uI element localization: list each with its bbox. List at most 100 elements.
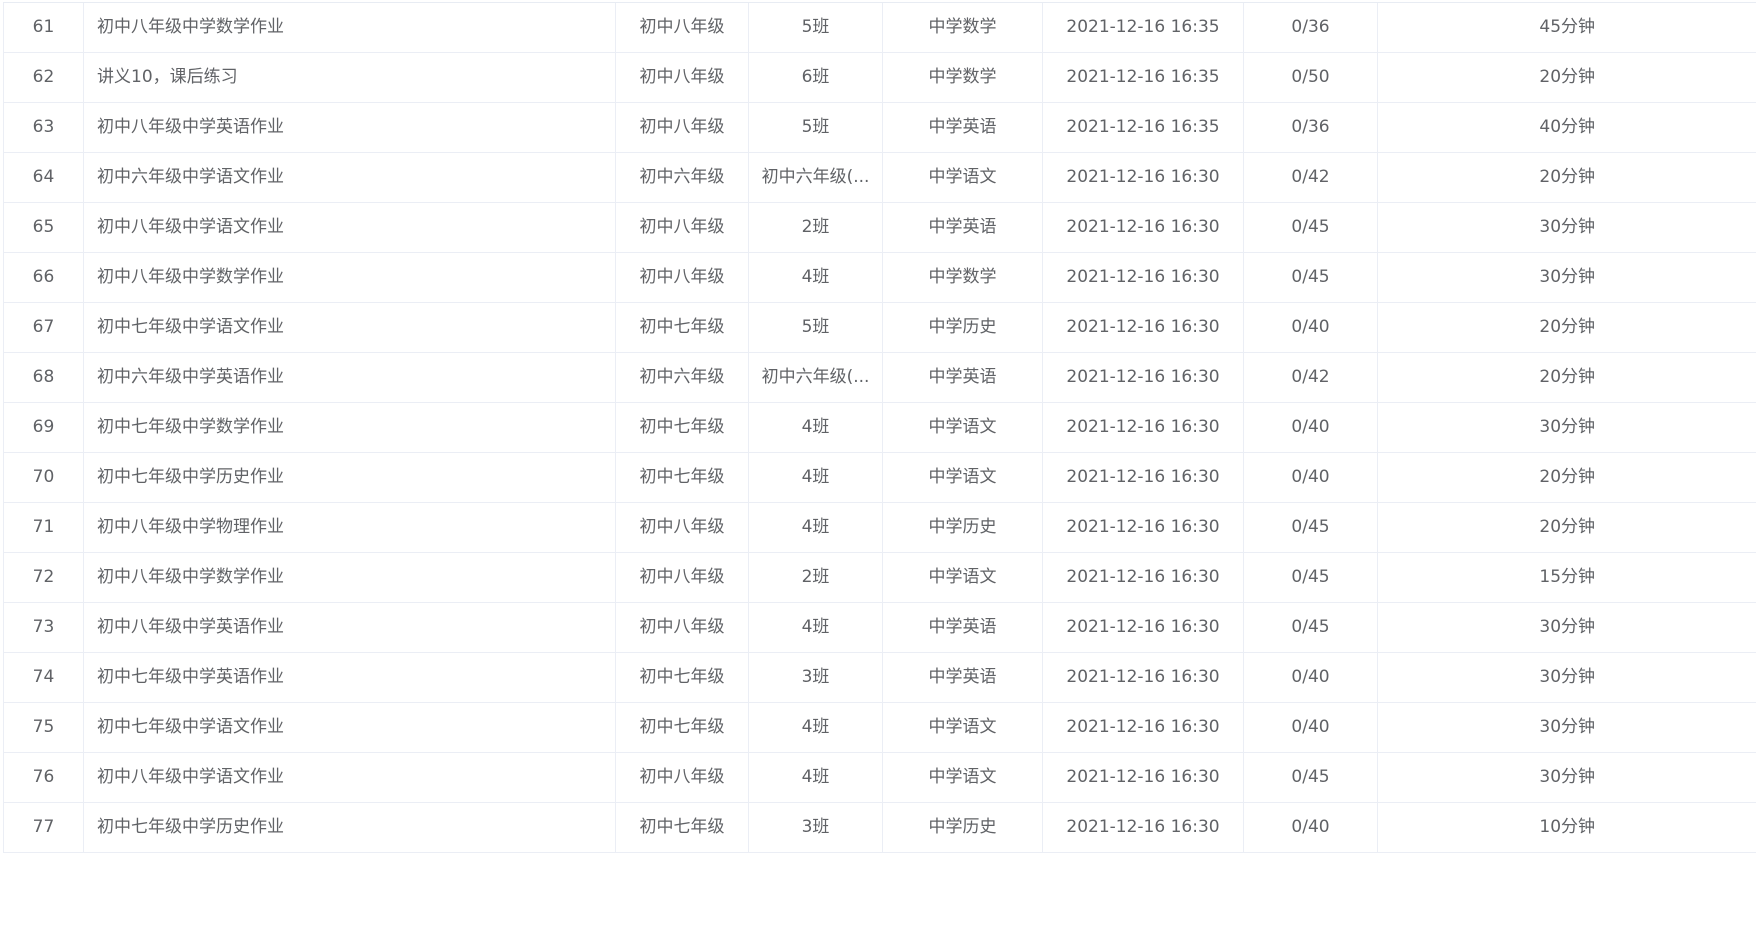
cell-duration: 20分钟 [1377, 452, 1756, 503]
cell-title[interactable]: 初中八年级中学英语作业 [83, 602, 616, 653]
cell-submitted: 0/40 [1243, 702, 1378, 753]
cell-index: 71 [3, 502, 84, 553]
homework-table-body: 61 初中八年级中学数学作业 初中八年级 5班 中学数学 2021-12-16 … [3, 3, 1756, 853]
cell-duration: 40分钟 [1377, 102, 1756, 153]
cell-title[interactable]: 初中七年级中学数学作业 [83, 402, 616, 453]
table-row[interactable]: 63 初中八年级中学英语作业 初中八年级 5班 中学英语 2021-12-16 … [3, 102, 1756, 153]
table-row[interactable]: 70 初中七年级中学历史作业 初中七年级 4班 中学语文 2021-12-16 … [3, 452, 1756, 503]
cell-index: 67 [3, 302, 84, 353]
cell-subject: 中学英语 [882, 652, 1043, 703]
cell-duration: 20分钟 [1377, 52, 1756, 103]
cell-subject: 中学英语 [882, 352, 1043, 403]
table-row[interactable]: 62 讲义10，课后练习 初中八年级 6班 中学数学 2021-12-16 16… [3, 52, 1756, 103]
cell-index: 69 [3, 402, 84, 453]
cell-index: 64 [3, 152, 84, 203]
cell-class: 初中六年级(... [748, 152, 883, 203]
cell-grade: 初中七年级 [615, 452, 749, 503]
cell-submitted: 0/45 [1243, 502, 1378, 553]
table-row[interactable]: 75 初中七年级中学语文作业 初中七年级 4班 中学语文 2021-12-16 … [3, 702, 1756, 753]
table-row[interactable]: 66 初中八年级中学数学作业 初中八年级 4班 中学数学 2021-12-16 … [3, 252, 1756, 303]
cell-time: 2021-12-16 16:30 [1042, 702, 1244, 753]
cell-time: 2021-12-16 16:35 [1042, 52, 1244, 103]
cell-subject: 中学英语 [882, 202, 1043, 253]
cell-index: 77 [3, 802, 84, 853]
homework-list-viewport: 61 初中八年级中学数学作业 初中八年级 5班 中学数学 2021-12-16 … [0, 0, 1756, 946]
cell-time: 2021-12-16 16:30 [1042, 202, 1244, 253]
table-row[interactable]: 72 初中八年级中学数学作业 初中八年级 2班 中学语文 2021-12-16 … [3, 552, 1756, 603]
cell-submitted: 0/42 [1243, 152, 1378, 203]
cell-grade: 初中八年级 [615, 102, 749, 153]
cell-subject: 中学语文 [882, 752, 1043, 803]
table-row[interactable]: 61 初中八年级中学数学作业 初中八年级 5班 中学数学 2021-12-16 … [3, 3, 1756, 53]
cell-title[interactable]: 初中八年级中学语文作业 [83, 202, 616, 253]
table-row[interactable]: 73 初中八年级中学英语作业 初中八年级 4班 中学英语 2021-12-16 … [3, 602, 1756, 653]
cell-time: 2021-12-16 16:30 [1042, 352, 1244, 403]
cell-grade: 初中八年级 [615, 552, 749, 603]
cell-subject: 中学语文 [882, 152, 1043, 203]
cell-title[interactable]: 初中八年级中学物理作业 [83, 502, 616, 553]
cell-class: 2班 [748, 552, 883, 603]
cell-index: 61 [3, 3, 84, 53]
cell-submitted: 0/40 [1243, 652, 1378, 703]
table-row[interactable]: 69 初中七年级中学数学作业 初中七年级 4班 中学语文 2021-12-16 … [3, 402, 1756, 453]
cell-time: 2021-12-16 16:30 [1042, 602, 1244, 653]
table-row[interactable]: 67 初中七年级中学语文作业 初中七年级 5班 中学历史 2021-12-16 … [3, 302, 1756, 353]
cell-class: 4班 [748, 752, 883, 803]
cell-title[interactable]: 讲义10，课后练习 [83, 52, 616, 103]
table-row[interactable]: 76 初中八年级中学语文作业 初中八年级 4班 中学语文 2021-12-16 … [3, 752, 1756, 803]
cell-title[interactable]: 初中八年级中学数学作业 [83, 252, 616, 303]
cell-submitted: 0/50 [1243, 52, 1378, 103]
cell-submitted: 0/45 [1243, 252, 1378, 303]
cell-grade: 初中六年级 [615, 152, 749, 203]
cell-grade: 初中八年级 [615, 52, 749, 103]
cell-title[interactable]: 初中七年级中学英语作业 [83, 652, 616, 703]
cell-duration: 30分钟 [1377, 602, 1756, 653]
cell-index: 70 [3, 452, 84, 503]
cell-duration: 45分钟 [1377, 3, 1756, 53]
cell-title[interactable]: 初中八年级中学数学作业 [83, 3, 616, 53]
cell-subject: 中学数学 [882, 3, 1043, 53]
cell-class: 3班 [748, 652, 883, 703]
cell-duration: 30分钟 [1377, 202, 1756, 253]
table-row[interactable]: 65 初中八年级中学语文作业 初中八年级 2班 中学英语 2021-12-16 … [3, 202, 1756, 253]
cell-class: 4班 [748, 452, 883, 503]
table-row[interactable]: 68 初中六年级中学英语作业 初中六年级 初中六年级(... 中学英语 2021… [3, 352, 1756, 403]
cell-class: 5班 [748, 3, 883, 53]
cell-title[interactable]: 初中七年级中学历史作业 [83, 452, 616, 503]
cell-grade: 初中七年级 [615, 702, 749, 753]
cell-title[interactable]: 初中八年级中学英语作业 [83, 102, 616, 153]
table-row[interactable]: 64 初中六年级中学语文作业 初中六年级 初中六年级(... 中学语文 2021… [3, 152, 1756, 203]
cell-title[interactable]: 初中七年级中学历史作业 [83, 802, 616, 853]
cell-grade: 初中七年级 [615, 652, 749, 703]
table-row[interactable]: 71 初中八年级中学物理作业 初中八年级 4班 中学历史 2021-12-16 … [3, 502, 1756, 553]
cell-time: 2021-12-16 16:30 [1042, 302, 1244, 353]
cell-subject: 中学历史 [882, 802, 1043, 853]
cell-subject: 中学语文 [882, 452, 1043, 503]
cell-subject: 中学历史 [882, 302, 1043, 353]
cell-duration: 30分钟 [1377, 652, 1756, 703]
cell-title[interactable]: 初中七年级中学语文作业 [83, 702, 616, 753]
cell-title[interactable]: 初中七年级中学语文作业 [83, 302, 616, 353]
cell-subject: 中学数学 [882, 252, 1043, 303]
cell-grade: 初中八年级 [615, 252, 749, 303]
cell-title[interactable]: 初中八年级中学数学作业 [83, 552, 616, 603]
cell-duration: 30分钟 [1377, 752, 1756, 803]
cell-time: 2021-12-16 16:30 [1042, 252, 1244, 303]
cell-time: 2021-12-16 16:30 [1042, 752, 1244, 803]
cell-class: 4班 [748, 702, 883, 753]
cell-subject: 中学语文 [882, 552, 1043, 603]
cell-title[interactable]: 初中八年级中学语文作业 [83, 752, 616, 803]
cell-title[interactable]: 初中六年级中学语文作业 [83, 152, 616, 203]
cell-time: 2021-12-16 16:30 [1042, 152, 1244, 203]
cell-title[interactable]: 初中六年级中学英语作业 [83, 352, 616, 403]
cell-duration: 15分钟 [1377, 552, 1756, 603]
table-row[interactable]: 77 初中七年级中学历史作业 初中七年级 3班 中学历史 2021-12-16 … [3, 802, 1756, 853]
cell-class: 4班 [748, 602, 883, 653]
cell-time: 2021-12-16 16:35 [1042, 102, 1244, 153]
cell-time: 2021-12-16 16:30 [1042, 402, 1244, 453]
cell-duration: 20分钟 [1377, 352, 1756, 403]
cell-grade: 初中七年级 [615, 802, 749, 853]
cell-submitted: 0/42 [1243, 352, 1378, 403]
table-row[interactable]: 74 初中七年级中学英语作业 初中七年级 3班 中学英语 2021-12-16 … [3, 652, 1756, 703]
cell-class: 6班 [748, 52, 883, 103]
